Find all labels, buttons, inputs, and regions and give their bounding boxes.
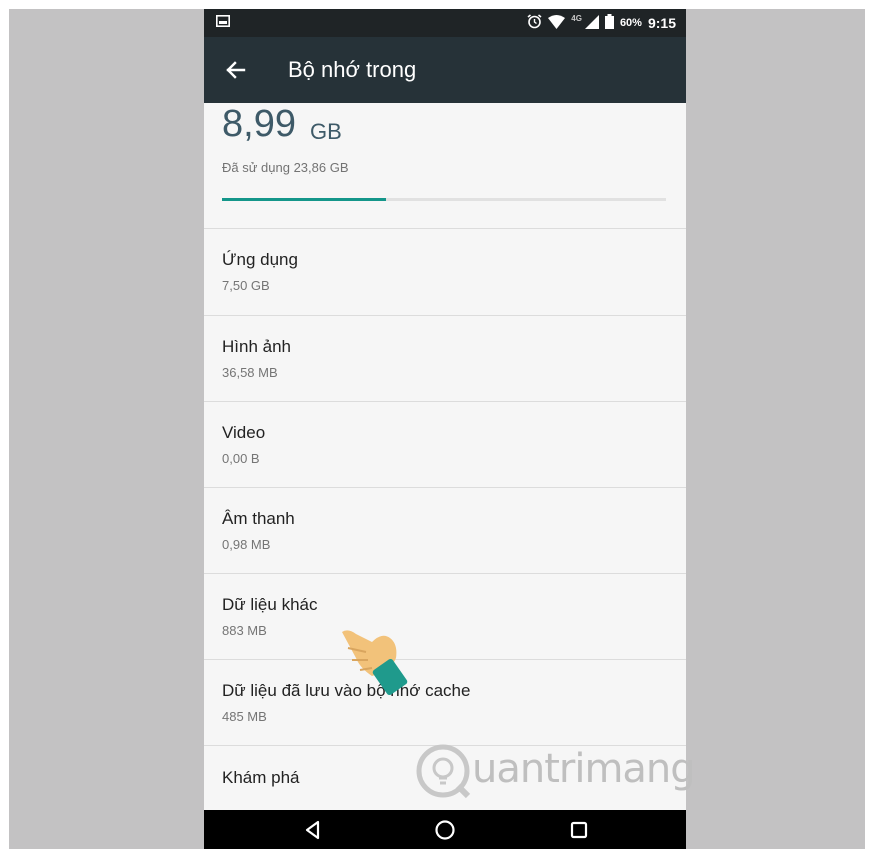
- alarm-icon: [527, 14, 542, 32]
- item-title: Hình ảnh: [222, 337, 291, 356]
- storage-item-cached-data[interactable]: Dữ liệu đã lưu vào bộ nhớ cache 485 MB: [204, 660, 686, 746]
- storage-item-explore[interactable]: Khám phá: [204, 746, 686, 810]
- used-amount: 8,99: [222, 103, 296, 145]
- item-title: Ứng dụng: [222, 250, 298, 269]
- battery-icon: [604, 14, 614, 32]
- storage-item-audio[interactable]: Âm thanh 0,98 MB: [204, 488, 686, 574]
- storage-summary: 8,99 GB Đã sử dụng 23,86 GB: [204, 103, 686, 237]
- clock: 9:15: [647, 15, 676, 31]
- phone-screen: 4G 60% 9:15 Bộ nhớ trong 8,99 GB Đã sử d…: [204, 9, 686, 849]
- item-size: 36,58 MB: [222, 365, 278, 380]
- item-title: Khám phá: [222, 768, 300, 787]
- wifi-icon: [548, 14, 566, 32]
- item-title: Video: [222, 423, 266, 442]
- app-bar: Bộ nhớ trong: [204, 37, 686, 103]
- navigation-bar: [204, 810, 686, 849]
- storage-item-images[interactable]: Hình ảnh 36,58 MB: [204, 316, 686, 402]
- recents-square-icon[interactable]: [566, 818, 592, 842]
- item-size: 485 MB: [222, 709, 267, 724]
- item-size: 0,98 MB: [222, 537, 271, 552]
- network-type: 4G: [571, 14, 582, 23]
- storage-item-apps[interactable]: Ứng dụng 7,50 GB: [204, 229, 686, 315]
- used-total-label: Đã sử dụng 23,86 GB: [222, 160, 349, 175]
- status-icons: 4G 60% 9:15: [527, 9, 676, 37]
- storage-item-other-data[interactable]: Dữ liệu khác 883 MB: [204, 574, 686, 660]
- item-size: 0,00 B: [222, 451, 260, 466]
- storage-progress-fill: [222, 198, 387, 201]
- item-title: Âm thanh: [222, 509, 295, 528]
- battery-percent: 60%: [619, 17, 642, 29]
- page-title: Bộ nhớ trong: [288, 57, 417, 82]
- image-notification-icon: [216, 15, 230, 30]
- item-size: 883 MB: [222, 623, 267, 638]
- storage-progress-bar: [222, 198, 666, 201]
- back-arrow-icon[interactable]: [218, 54, 252, 86]
- storage-item-video[interactable]: Video 0,00 B: [204, 402, 686, 488]
- home-circle-icon[interactable]: [432, 818, 458, 842]
- item-title: Dữ liệu khác: [222, 595, 318, 614]
- status-bar: 4G 60% 9:15: [204, 9, 686, 37]
- signal-icon: [584, 14, 599, 32]
- item-size: 7,50 GB: [222, 278, 270, 293]
- tapping-hand-icon: [338, 618, 418, 698]
- back-triangle-icon[interactable]: [300, 818, 326, 842]
- used-unit: GB: [310, 119, 342, 144]
